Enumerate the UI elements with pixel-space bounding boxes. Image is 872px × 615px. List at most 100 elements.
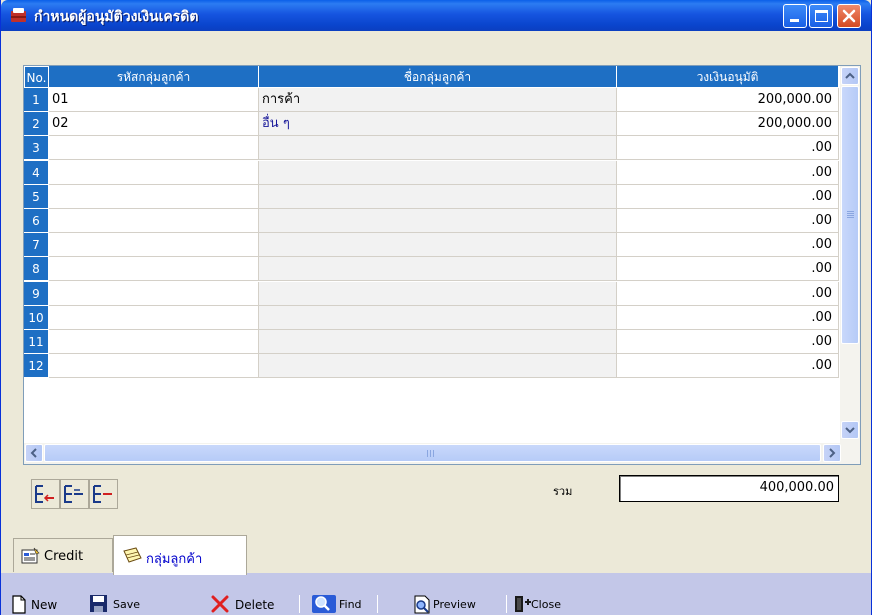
- approved-limit-cell[interactable]: .00: [617, 160, 839, 185]
- approved-limit-cell[interactable]: .00: [617, 233, 839, 258]
- group-name-cell[interactable]: [259, 184, 617, 209]
- delete-row-button[interactable]: [89, 479, 118, 509]
- group-name-cell[interactable]: [259, 233, 617, 258]
- close-button[interactable]: [837, 4, 861, 28]
- grip-line: [847, 213, 854, 214]
- scroll-up-button[interactable]: [841, 67, 859, 85]
- find-button[interactable]: Find: [311, 593, 371, 615]
- title-bar[interactable]: กำหนดผู้อนุมัติวงเงินเครดิต: [1, 0, 871, 31]
- group-name-cell[interactable]: [259, 305, 617, 330]
- close-icon: [842, 9, 856, 23]
- customer-group-grid: No. รหัสกลุ่มลูกค้า ชื่อกลุ่มลูกค้า วงเง…: [23, 65, 861, 465]
- column-header-group-code[interactable]: รหัสกลุ่มลูกค้า: [49, 66, 259, 88]
- group-code-cell[interactable]: [49, 160, 259, 185]
- grip-line: [847, 217, 854, 218]
- approved-limit-cell[interactable]: .00: [617, 257, 839, 282]
- chevron-left-icon: [30, 448, 37, 458]
- approved-limit-cell[interactable]: .00: [617, 281, 839, 306]
- table-row[interactable]: 8.00: [24, 257, 839, 282]
- approved-limit-cell[interactable]: .00: [617, 209, 839, 233]
- column-header-group-name[interactable]: ชื่อกลุ่มลูกค้า: [259, 66, 617, 88]
- group-code-cell[interactable]: [49, 281, 259, 306]
- group-name-cell[interactable]: [259, 209, 617, 233]
- table-row[interactable]: 7.00: [24, 233, 839, 258]
- scroll-down-button[interactable]: [841, 421, 859, 439]
- insert-row-button[interactable]: [31, 479, 60, 509]
- app-icon: [11, 8, 26, 22]
- vertical-scrollbar[interactable]: [840, 66, 860, 443]
- horizontal-scrollbar[interactable]: [24, 443, 860, 464]
- group-name-cell[interactable]: [259, 281, 617, 306]
- toolbar-separator: [506, 595, 507, 613]
- row-number: 1: [24, 88, 49, 112]
- add-row-button[interactable]: [60, 479, 89, 509]
- table-row[interactable]: 4.00: [24, 160, 839, 185]
- toolbar-separator: [377, 595, 378, 613]
- horizontal-scroll-thumb[interactable]: [44, 444, 821, 462]
- group-code-cell[interactable]: [49, 184, 259, 209]
- column-header-approved-limit[interactable]: วงเงินอนุมัติ: [617, 66, 839, 88]
- group-code-cell[interactable]: 02: [49, 112, 259, 137]
- table-row[interactable]: 5.00: [24, 184, 839, 209]
- group-name-cell[interactable]: [259, 160, 617, 185]
- vertical-scroll-thumb[interactable]: [841, 86, 859, 344]
- tab-credit[interactable]: Credit: [13, 538, 113, 572]
- table-row[interactable]: 3.00: [24, 136, 839, 161]
- scroll-right-button[interactable]: [823, 444, 841, 462]
- group-code-cell[interactable]: [49, 305, 259, 330]
- grip-line: [847, 211, 854, 212]
- grip-line: [427, 450, 428, 457]
- table-row[interactable]: 10.00: [24, 305, 839, 330]
- group-code-cell[interactable]: [49, 330, 259, 354]
- group-code-cell[interactable]: [49, 233, 259, 258]
- scroll-left-button[interactable]: [25, 444, 43, 462]
- approved-limit-cell[interactable]: .00: [617, 136, 839, 161]
- row-number: 6: [24, 209, 49, 233]
- new-document-icon: [12, 595, 26, 614]
- group-code-cell[interactable]: [49, 257, 259, 282]
- group-name-cell[interactable]: [259, 330, 617, 354]
- group-code-cell[interactable]: [49, 136, 259, 161]
- delete-button[interactable]: Delete: [211, 593, 287, 615]
- preview-button-label: Preview: [433, 598, 476, 611]
- group-name-cell[interactable]: การค้า: [259, 88, 617, 112]
- grip-line: [430, 450, 431, 457]
- grip-line: [847, 215, 854, 216]
- approved-limit-cell[interactable]: 200,000.00: [617, 88, 839, 112]
- add-row-icon: [64, 485, 83, 503]
- delete-row-icon: [93, 485, 112, 503]
- bottom-toolbar: New Save Delete Find Preview Close: [1, 590, 871, 615]
- group-name-cell[interactable]: อื่น ๆ: [259, 112, 617, 137]
- save-icon: [90, 595, 107, 612]
- table-row[interactable]: 11.00: [24, 330, 839, 354]
- approved-limit-cell[interactable]: .00: [617, 330, 839, 354]
- exit-door-icon: [515, 596, 531, 612]
- group-name-cell[interactable]: [259, 354, 617, 379]
- group-code-cell[interactable]: [49, 209, 259, 233]
- tab-customer-group[interactable]: กลุ่มลูกค้า: [113, 535, 247, 575]
- group-code-cell[interactable]: [49, 354, 259, 379]
- row-number: 5: [24, 184, 49, 209]
- table-row[interactable]: 12.00: [24, 354, 839, 379]
- maximize-button[interactable]: [809, 4, 833, 28]
- column-header-no[interactable]: No.: [24, 66, 49, 88]
- minimize-button[interactable]: [783, 4, 807, 28]
- approved-limit-cell[interactable]: .00: [617, 354, 839, 379]
- group-code-cell[interactable]: 01: [49, 88, 259, 112]
- approved-limit-cell[interactable]: 200,000.00: [617, 112, 839, 137]
- approved-limit-cell[interactable]: .00: [617, 184, 839, 209]
- close-app-button[interactable]: Close: [513, 593, 583, 615]
- insert-row-icon: [35, 485, 54, 503]
- row-number: 12: [24, 354, 49, 379]
- close-app-button-label: Close: [531, 598, 561, 611]
- approved-limit-cell[interactable]: .00: [617, 305, 839, 330]
- group-name-cell[interactable]: [259, 257, 617, 282]
- table-row[interactable]: 1 01 การค้า 200,000.00: [24, 88, 839, 112]
- table-row[interactable]: 9.00: [24, 281, 839, 306]
- group-name-cell[interactable]: [259, 136, 617, 161]
- table-row[interactable]: 2 02 อื่น ๆ 200,000.00: [24, 112, 839, 137]
- new-button[interactable]: New: [11, 593, 69, 615]
- table-row[interactable]: 6.00: [24, 209, 839, 233]
- save-button[interactable]: Save: [89, 593, 151, 615]
- preview-button[interactable]: Preview: [413, 593, 497, 615]
